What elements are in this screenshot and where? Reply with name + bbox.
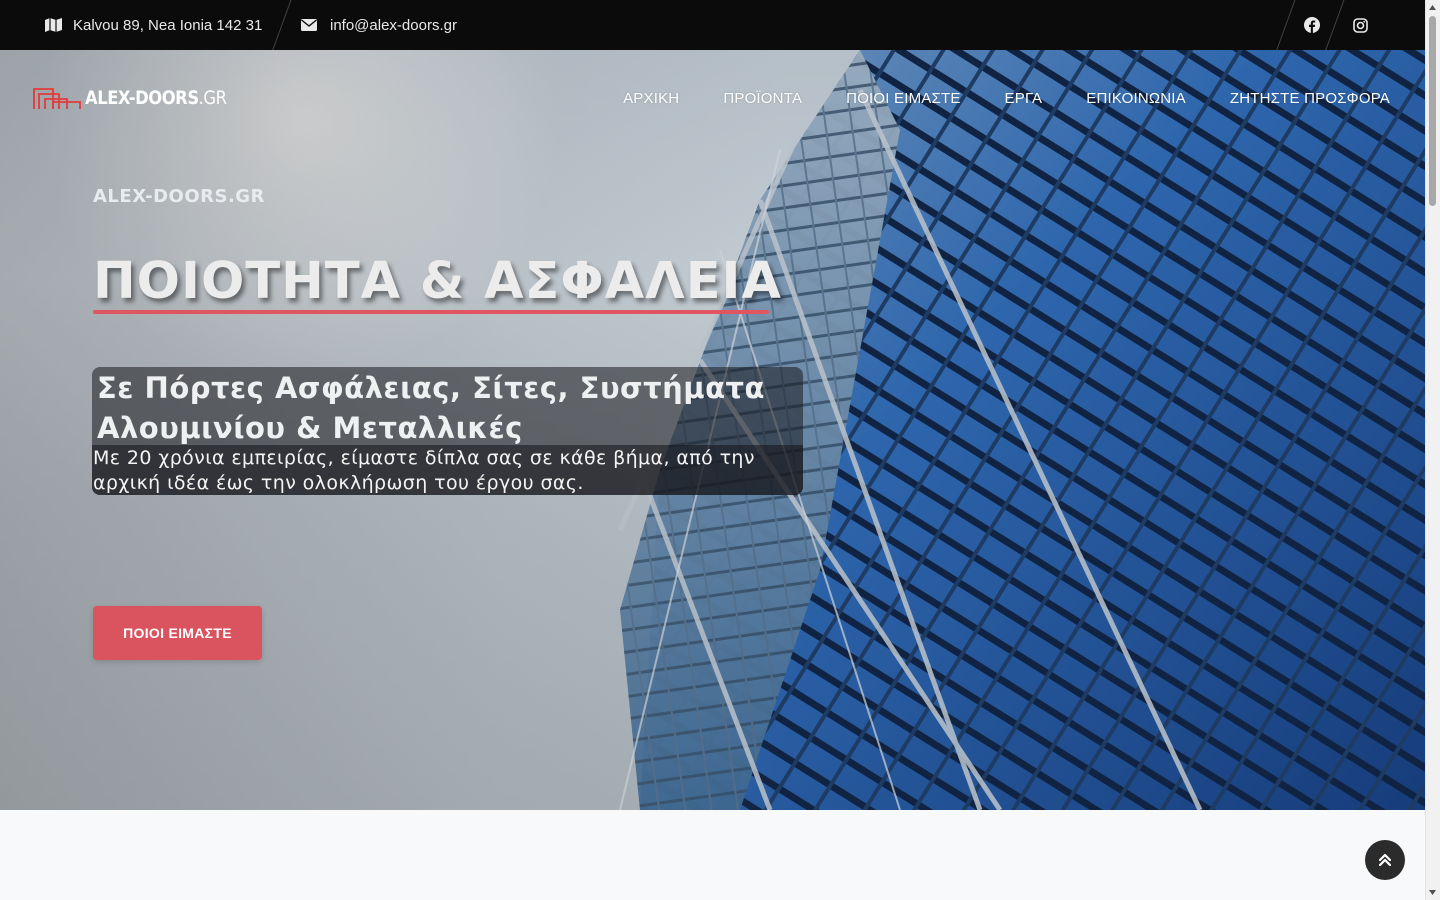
facebook-icon bbox=[1304, 17, 1320, 33]
main-nav: ΑΡΧΙΚΗ ΠΡΟΪΟΝΤΑ ΠΟΙΟΙ ΕΙΜΑΣΤΕ ΕΡΓΑ ΕΠΙΚΟ… bbox=[623, 90, 1390, 107]
logo-text: ALEX-DOORS.GR bbox=[85, 87, 227, 109]
instagram-link[interactable] bbox=[1345, 0, 1375, 50]
email-link[interactable]: info@alex-doors.gr bbox=[330, 17, 457, 34]
site-logo[interactable]: ALEX-DOORS.GR bbox=[33, 87, 250, 109]
hero-description: Με 20 χρόνια εμπειρίας, είμαστε δίπλα σα… bbox=[93, 447, 755, 494]
hero-headline: ΠΟΙΟΤΗΤΑ & ΑΣΦΑΛΕΙΑ bbox=[93, 252, 782, 311]
top-info-bar: Kalvou 89, Nea Ionia 142 31 info@alex-do… bbox=[0, 0, 1425, 52]
logo-main-text: ALEX-DOORS bbox=[85, 87, 199, 109]
divider bbox=[271, 0, 292, 52]
facebook-link[interactable] bbox=[1297, 0, 1327, 50]
nav-item-home[interactable]: ΑΡΧΙΚΗ bbox=[623, 90, 679, 107]
page-scrollbar[interactable] bbox=[1425, 0, 1440, 900]
envelope-icon bbox=[301, 19, 317, 31]
nav-item-products[interactable]: ΠΡΟΪΟΝΤΑ bbox=[723, 90, 802, 107]
map-icon bbox=[45, 18, 62, 32]
nav-item-request-quote[interactable]: ΖΗΤΗΣΤΕ ΠΡΟΣΦΟΡΑ bbox=[1230, 90, 1390, 107]
address-item: Kalvou 89, Nea Ionia 142 31 bbox=[45, 0, 262, 50]
nav-item-contact[interactable]: ΕΠΙΚΟΙΝΩΝΙΑ bbox=[1086, 90, 1186, 107]
divider bbox=[1275, 0, 1296, 52]
about-us-button[interactable]: ΠΟΙΟΙ ΕΙΜΑΣΤΕ bbox=[93, 606, 262, 660]
instagram-icon bbox=[1352, 17, 1368, 33]
address-text: Kalvou 89, Nea Ionia 142 31 bbox=[73, 16, 263, 34]
hero-subtitle: Σε Πόρτες Ασφάλειας, Σίτες, Συστήματα Αλ… bbox=[97, 371, 765, 445]
next-section bbox=[0, 820, 1425, 900]
door-logo-icon bbox=[33, 88, 81, 109]
double-chevron-up-icon bbox=[1379, 853, 1391, 867]
divider bbox=[1324, 0, 1345, 52]
logo-tld-text: .GR bbox=[198, 87, 227, 109]
nav-item-about[interactable]: ΠΟΙΟΙ ΕΙΜΑΣΤΕ bbox=[846, 90, 960, 107]
email-item[interactable]: info@alex-doors.gr bbox=[301, 0, 457, 50]
nav-item-projects[interactable]: ΕΡΓΑ bbox=[1005, 90, 1043, 107]
hero-kicker: ALEX-DOORS.GR bbox=[93, 186, 265, 207]
scroll-down-arrow-icon[interactable] bbox=[1428, 888, 1437, 897]
back-to-top-button[interactable] bbox=[1365, 840, 1405, 880]
headline-underline bbox=[93, 310, 769, 314]
scrollbar-thumb[interactable] bbox=[1429, 16, 1436, 206]
scroll-up-arrow-icon[interactable] bbox=[1428, 3, 1437, 12]
